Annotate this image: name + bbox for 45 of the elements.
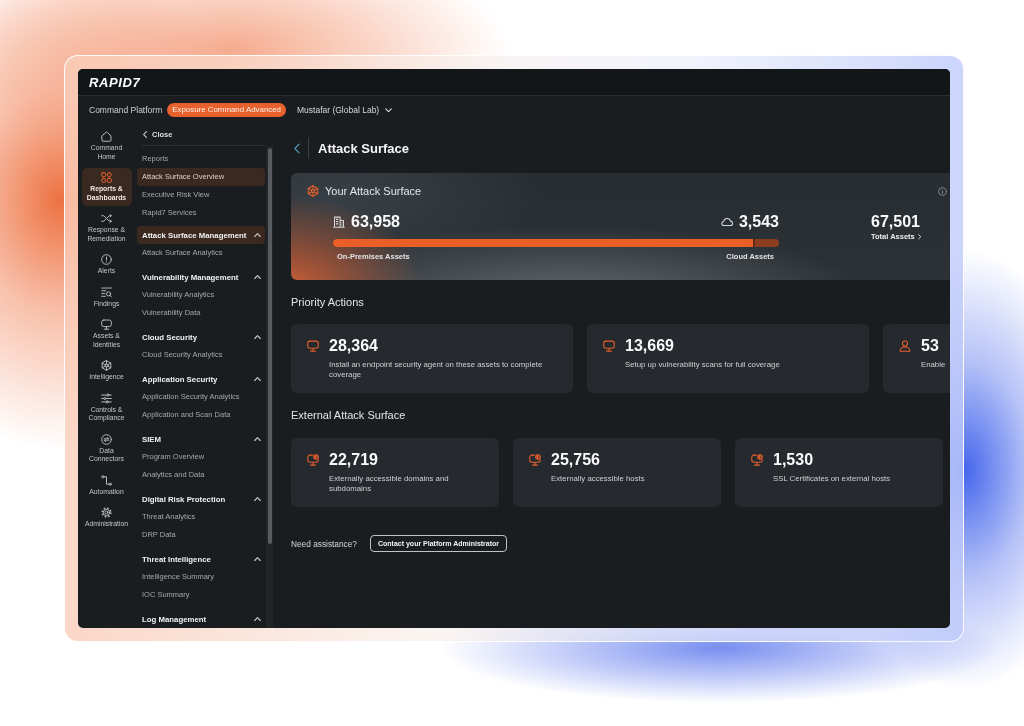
settings-icon <box>101 507 112 518</box>
page-title: Attack Surface <box>318 140 410 156</box>
section-heading: Priority Actions <box>291 296 365 308</box>
chevron-left-icon <box>143 131 147 138</box>
platform-label: Command Platform <box>89 105 163 115</box>
cloud-icon <box>720 217 733 227</box>
chevron-left-icon <box>294 142 300 154</box>
list-search-icon <box>101 286 112 298</box>
monitor-globe-icon <box>529 454 541 466</box>
sliders-icon <box>101 392 112 404</box>
monitor-icon <box>307 340 319 352</box>
on-premises-count: 63,958 <box>351 213 400 231</box>
sync-circle-icon <box>101 433 112 445</box>
person-icon <box>899 340 911 352</box>
action-count: 53 <box>921 337 940 355</box>
chevron-right-icon <box>917 234 922 240</box>
monitor-icon <box>603 340 615 352</box>
shuffle-icon <box>101 213 112 224</box>
section-heading: External Attack Surface <box>291 409 407 421</box>
chevron-down-icon <box>385 107 393 113</box>
organization-selector[interactable]: Mustafar (Global Lab) <box>297 105 393 115</box>
scrollbar[interactable] <box>266 146 273 628</box>
brand-logo: RAPID7 <box>89 74 141 90</box>
alert-icon <box>101 254 112 265</box>
total-assets-count: 67,501 <box>871 213 921 231</box>
action-count: 13,669 <box>625 337 675 355</box>
cloud-count: 3,543 <box>738 213 779 231</box>
card-title: Your Attack Surface <box>325 185 422 197</box>
monitor-icon <box>101 319 112 330</box>
home-icon <box>101 131 112 142</box>
dashboard-icon <box>101 172 112 183</box>
monitor-globe-icon <box>751 454 763 466</box>
building-icon <box>333 216 345 228</box>
info-icon <box>938 186 947 196</box>
exposure-count: 25,756 <box>551 451 601 469</box>
monitor-globe-icon <box>307 454 319 466</box>
exposure-count: 1,530 <box>773 451 815 469</box>
exposure-count: 22,719 <box>329 451 379 469</box>
action-count: 28,364 <box>329 337 379 355</box>
hexagon-network-icon <box>307 185 319 197</box>
hexagon-network-icon <box>101 360 112 371</box>
workflow-icon <box>101 474 112 486</box>
assistance-text: Need assistance? <box>291 538 357 549</box>
scrollbar-thumb[interactable] <box>267 148 272 544</box>
back-button[interactable] <box>294 142 300 154</box>
